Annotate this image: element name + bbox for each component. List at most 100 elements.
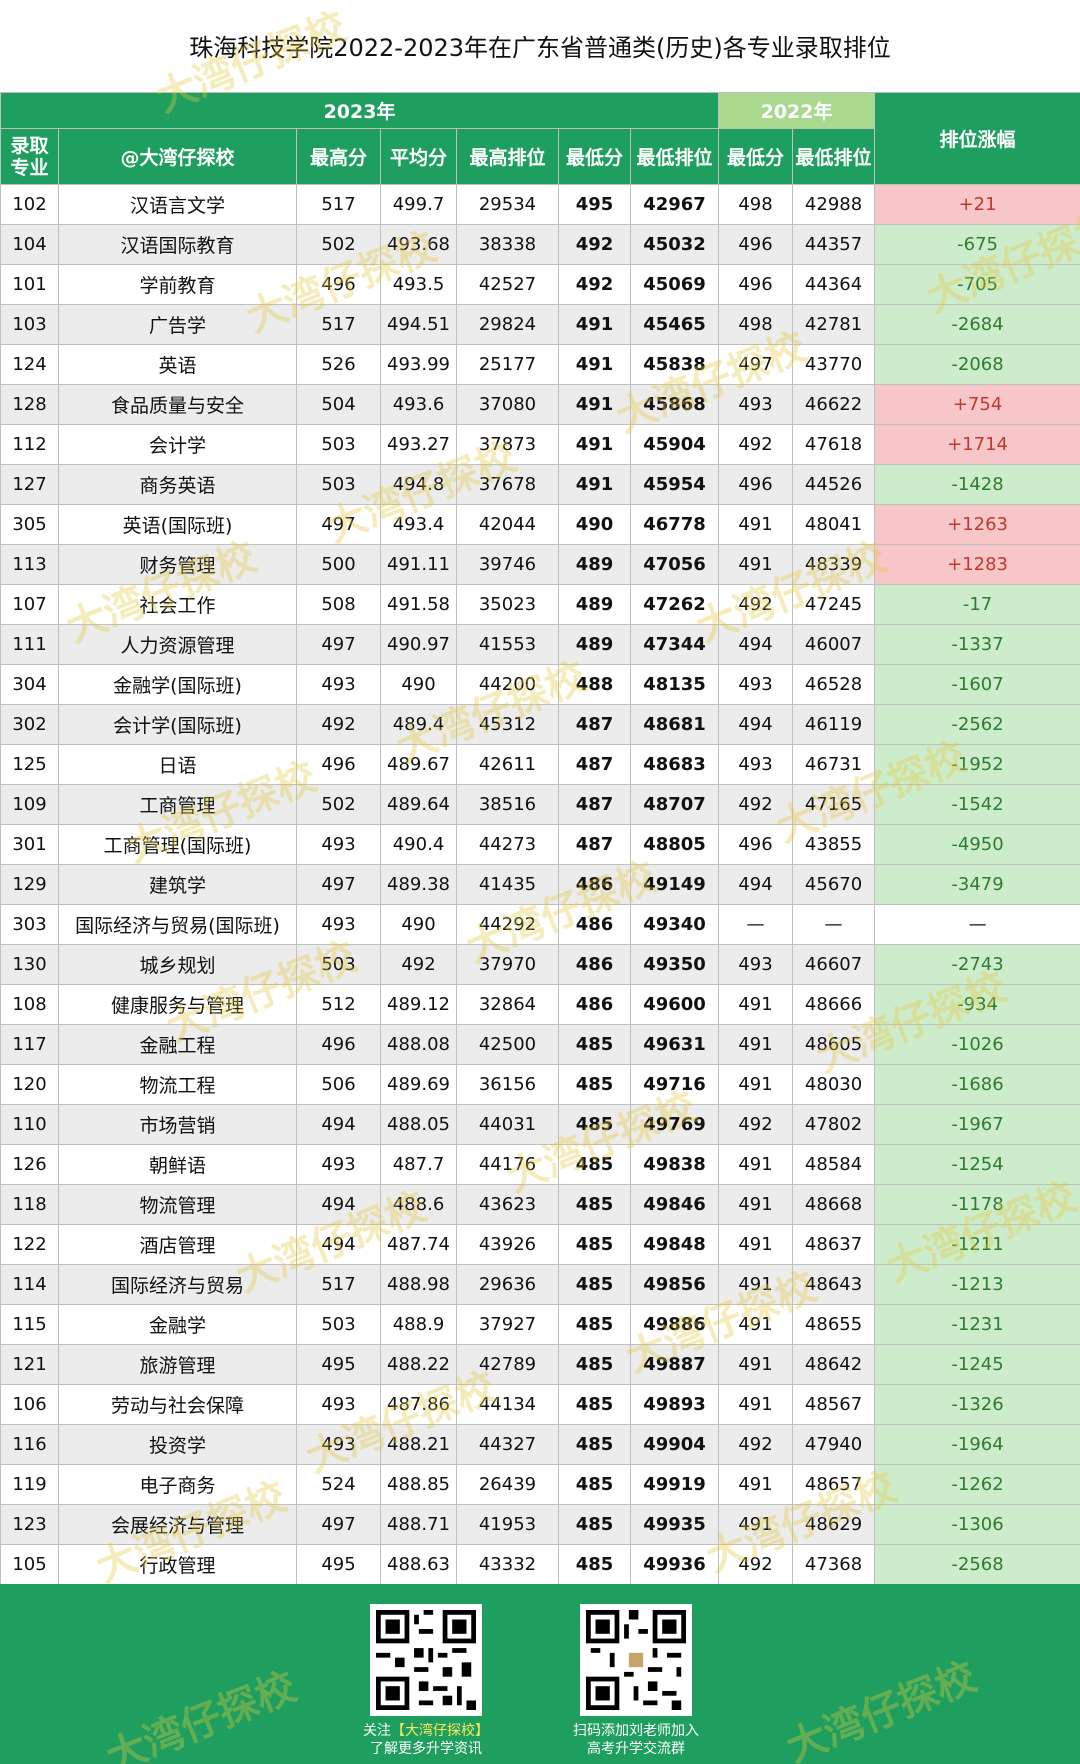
table-row: 129 建筑学 497 489.38 41435 486 49149 494 45670 -347… bbox=[0, 864, 1080, 905]
min-rank-2022-cell: 46007 bbox=[792, 624, 876, 665]
min-rank-2022-cell: 48041 bbox=[792, 504, 876, 545]
max-rank-cell: 43926 bbox=[456, 1224, 559, 1265]
rank-change-cell: -1964 bbox=[874, 1424, 1080, 1465]
max-score-cell: 494 bbox=[296, 1104, 381, 1145]
avg-score-header: 平均分 bbox=[380, 128, 457, 185]
rank-change-cell: -2568 bbox=[874, 1544, 1080, 1585]
avg-score-cell: 489.64 bbox=[380, 784, 457, 825]
max-rank-cell: 37970 bbox=[456, 944, 559, 985]
min-rank-cell: 49631 bbox=[629, 1024, 720, 1065]
max-score-cell: 493 bbox=[296, 1424, 381, 1465]
min-score-cell: 486 bbox=[558, 944, 631, 985]
min-rank-2022-cell: 48567 bbox=[792, 1384, 876, 1425]
max-rank-cell: 44327 bbox=[456, 1424, 559, 1465]
min-score-2022-cell: 491 bbox=[718, 1064, 794, 1105]
table-row: 104 汉语国际教育 502 493.68 38338 492 45032 496 44357-… bbox=[0, 224, 1080, 265]
min-score-2022-cell: 491 bbox=[718, 1344, 794, 1385]
table-row: 109 工商管理 502 489.64 38516 487 48707 492 47165 -15… bbox=[0, 784, 1080, 825]
max-rank-cell: 29824 bbox=[456, 304, 559, 345]
table-row: 101 学前教育 496 493.5 42527 492 45069 496 44364 -705 bbox=[0, 264, 1080, 305]
min-score-cell: 485 bbox=[558, 1024, 631, 1065]
code-cell: 109 bbox=[0, 784, 59, 825]
min-score-cell: 489 bbox=[558, 584, 631, 625]
table-row: 301 工商管理(国际班) 493 490.4 44273 487 48805 496 4385… bbox=[0, 824, 1080, 865]
min-rank-2022-cell: 46622 bbox=[792, 384, 876, 425]
avg-score-cell: 493.68 bbox=[380, 224, 457, 265]
min-score-2022-cell: 496 bbox=[718, 224, 794, 265]
table-row: 128 食品质量与安全 504 493.6 37080 491 45868 493 46622 +… bbox=[0, 384, 1080, 425]
code-cell: 106 bbox=[0, 1384, 59, 1425]
major-name-cell: 广告学 bbox=[58, 304, 297, 345]
code-header-line1: 录取 bbox=[10, 134, 49, 157]
min-score-cell: 485 bbox=[558, 1424, 631, 1465]
footer: 关注【大湾仔探校】 了解更多升学资讯 扫码添加刘老师加入 高考升学交流群 bbox=[0, 1584, 1080, 1764]
major-name-cell: 汉语言文学 bbox=[58, 184, 297, 225]
code-cell: 124 bbox=[0, 344, 59, 385]
rank-change-cell: -1245 bbox=[874, 1344, 1080, 1385]
min-rank-cell: 49350 bbox=[629, 944, 720, 985]
major-name-cell: 日语 bbox=[58, 744, 297, 785]
max-rank-cell: 39746 bbox=[456, 544, 559, 585]
wechat-account-qr-code[interactable] bbox=[370, 1604, 482, 1716]
avg-score-cell: 493.6 bbox=[380, 384, 457, 425]
rank-change-cell: -1306 bbox=[874, 1504, 1080, 1545]
min-rank-cell: 46778 bbox=[629, 504, 720, 545]
min-score-2022-header: 最低分 bbox=[718, 128, 794, 185]
add-teacher-text: 扫码添加刘老师加入 bbox=[573, 1723, 699, 1739]
major-name-cell: 行政管理 bbox=[58, 1544, 297, 1585]
min-rank-2022-cell: 48584 bbox=[792, 1144, 876, 1185]
avg-score-cell: 488.08 bbox=[380, 1024, 457, 1065]
min-score-cell: 485 bbox=[558, 1224, 631, 1265]
avg-score-cell: 487.7 bbox=[380, 1144, 457, 1185]
max-score-cell: 512 bbox=[296, 984, 381, 1025]
min-rank-2022-cell: 48668 bbox=[792, 1184, 876, 1225]
rank-change-cell: -2743 bbox=[874, 944, 1080, 985]
min-score-2022-cell: 491 bbox=[718, 544, 794, 585]
avg-score-cell: 493.5 bbox=[380, 264, 457, 305]
max-rank-header: 最高排位 bbox=[456, 128, 559, 185]
code-cell: 122 bbox=[0, 1224, 59, 1265]
min-score-cell: 490 bbox=[558, 504, 631, 545]
code-cell: 117 bbox=[0, 1024, 59, 1065]
avg-score-cell: 488.9 bbox=[380, 1304, 457, 1345]
avg-score-cell: 489.4 bbox=[380, 704, 457, 745]
code-cell: 118 bbox=[0, 1184, 59, 1225]
max-rank-cell: 42044 bbox=[456, 504, 559, 545]
max-rank-cell: 35023 bbox=[456, 584, 559, 625]
table-row: 115 金融学 503 488.9 37927 485 49886 491 48655 -1231 bbox=[0, 1304, 1080, 1345]
code-cell: 123 bbox=[0, 1504, 59, 1545]
rank-change-cell: -1686 bbox=[874, 1064, 1080, 1105]
table-row: 302 会计学(国际班) 492 489.4 45312 487 48681 494 46119… bbox=[0, 704, 1080, 745]
max-rank-cell: 44200 bbox=[456, 664, 559, 705]
min-rank-cell: 49887 bbox=[629, 1344, 720, 1385]
group-text: 高考升学交流群 bbox=[587, 1741, 685, 1757]
min-score-2022-cell: 494 bbox=[718, 624, 794, 665]
code-cell: 105 bbox=[0, 1544, 59, 1585]
max-score-cell: 504 bbox=[296, 384, 381, 425]
wechat-account-caption: 关注【大湾仔探校】 了解更多升学资讯 bbox=[326, 1722, 526, 1758]
max-score-cell: 497 bbox=[296, 1504, 381, 1545]
max-score-cell: 493 bbox=[296, 824, 381, 865]
code-cell: 120 bbox=[0, 1064, 59, 1105]
max-rank-cell: 37678 bbox=[456, 464, 559, 505]
avg-score-cell: 499.7 bbox=[380, 184, 457, 225]
avg-score-cell: 489.38 bbox=[380, 864, 457, 905]
major-name-cell: 英语 bbox=[58, 344, 297, 385]
teacher-qr-code[interactable] bbox=[580, 1604, 692, 1716]
table-row: 303 国际经济与贸易(国际班) 493 490 44292 486 49340— — — bbox=[0, 904, 1080, 945]
min-score-2022-cell: 491 bbox=[718, 1024, 794, 1065]
avg-score-cell: 488.6 bbox=[380, 1184, 457, 1225]
table-row: 121 旅游管理 495 488.22 42789 485 49887 491 48642 -12… bbox=[0, 1344, 1080, 1385]
major-name-cell: 会展经济与管理 bbox=[58, 1504, 297, 1545]
min-rank-cell: 49936 bbox=[629, 1544, 720, 1585]
rank-change-cell: -1428 bbox=[874, 464, 1080, 505]
max-score-cell: 497 bbox=[296, 864, 381, 905]
rank-change-cell: -1967 bbox=[874, 1104, 1080, 1145]
min-rank-2022-cell: 44526 bbox=[792, 464, 876, 505]
table-row: 122 酒店管理 494 487.74 43926 485 49848 491 48637 -12… bbox=[0, 1224, 1080, 1265]
max-rank-cell: 44031 bbox=[456, 1104, 559, 1145]
avg-score-cell: 491.11 bbox=[380, 544, 457, 585]
min-rank-2022-cell: 43855 bbox=[792, 824, 876, 865]
table-row: 108 健康服务与管理 512 489.12 32864 486 49600 491 48666… bbox=[0, 984, 1080, 1025]
max-score-cell: 494 bbox=[296, 1184, 381, 1225]
